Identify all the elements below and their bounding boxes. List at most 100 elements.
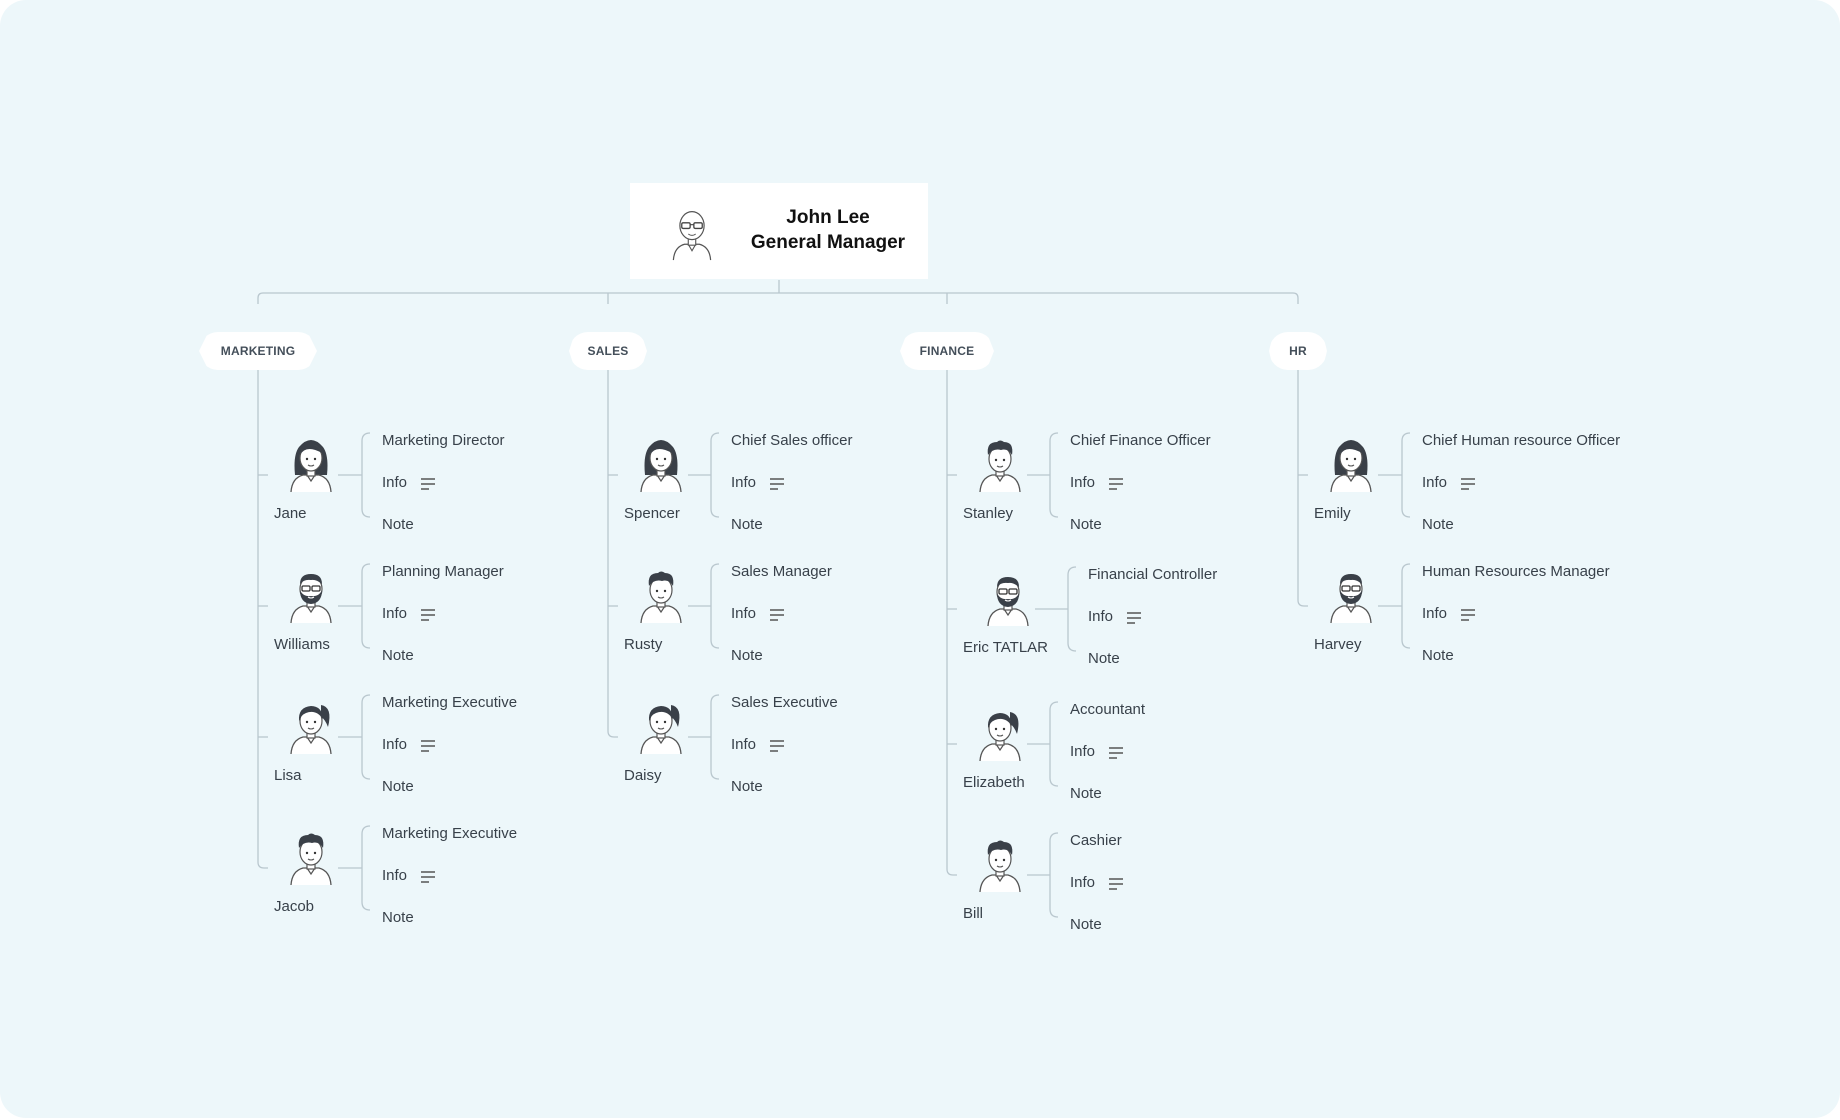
long-hair-woman-icon — [290, 440, 332, 493]
person-name: Harvey — [1314, 636, 1362, 653]
bearded-glasses-man-icon — [1330, 574, 1372, 624]
note-label[interactable]: Note — [382, 909, 414, 927]
person-name: Spencer — [624, 505, 680, 522]
ponytail-woman-icon — [979, 712, 1021, 762]
connector — [257, 370, 268, 869]
connector — [1049, 832, 1059, 918]
org-chart-canvas: John Lee General Manager MARKETING Jane M… — [0, 0, 1840, 1118]
notes-lines-icon[interactable] — [421, 740, 435, 752]
info-label[interactable]: Info — [382, 474, 407, 492]
role-label[interactable]: Chief Sales officer — [731, 432, 852, 450]
note-label[interactable]: Note — [1070, 916, 1102, 934]
info-label[interactable]: Info — [731, 474, 756, 492]
notes-lines-icon[interactable] — [421, 609, 435, 621]
connector — [710, 694, 720, 780]
notes-lines-icon[interactable] — [770, 609, 784, 621]
person-name: Williams — [274, 636, 330, 653]
department-marketing[interactable]: MARKETING — [199, 332, 317, 370]
person-name: Bill — [963, 905, 984, 922]
person-name: Stanley — [963, 505, 1014, 522]
note-label[interactable]: Note — [1088, 650, 1120, 668]
connector — [1401, 432, 1411, 518]
curly-hair-man-icon — [979, 840, 1021, 893]
notes-lines-icon[interactable] — [421, 478, 435, 490]
curly-hair-man-icon — [979, 440, 1021, 493]
role-label[interactable]: Cashier — [1070, 832, 1122, 850]
notes-lines-icon[interactable] — [1109, 478, 1123, 490]
info-label[interactable]: Info — [1070, 474, 1095, 492]
notes-lines-icon[interactable] — [1109, 878, 1123, 890]
curly-hair-man-icon — [640, 571, 682, 624]
connector — [1049, 701, 1059, 787]
note-label[interactable]: Note — [1070, 516, 1102, 534]
person-name: Lisa — [274, 767, 302, 784]
root-name: John Lee — [786, 207, 870, 228]
info-label[interactable]: Info — [1422, 474, 1447, 492]
role-label[interactable]: Planning Manager — [382, 563, 504, 581]
person-name: Emily — [1314, 505, 1351, 522]
role-label[interactable]: Marketing Executive — [382, 694, 517, 712]
note-label[interactable]: Note — [1422, 647, 1454, 665]
curly-hair-man-icon — [290, 833, 332, 886]
department-sales[interactable]: SALES — [569, 332, 647, 370]
notes-lines-icon[interactable] — [1461, 609, 1475, 621]
role-label[interactable]: Human Resources Manager — [1422, 563, 1610, 581]
note-label[interactable]: Note — [382, 778, 414, 796]
notes-lines-icon[interactable] — [1109, 747, 1123, 759]
department-hr[interactable]: HR — [1269, 332, 1327, 370]
connector — [710, 432, 720, 518]
role-label[interactable]: Chief Human resource Officer — [1422, 432, 1620, 450]
root-topic[interactable]: John Lee General Manager — [630, 183, 928, 279]
note-label[interactable]: Note — [731, 516, 763, 534]
root-label: John Lee General Manager — [734, 205, 922, 255]
info-label[interactable]: Info — [1088, 608, 1113, 626]
role-label[interactable]: Marketing Executive — [382, 825, 517, 843]
connector — [361, 825, 371, 911]
info-label[interactable]: Info — [1070, 874, 1095, 892]
connector — [1049, 432, 1059, 518]
connector — [361, 563, 371, 649]
long-hair-woman-icon — [1330, 440, 1372, 493]
info-label[interactable]: Info — [1070, 743, 1095, 761]
notes-lines-icon[interactable] — [770, 478, 784, 490]
note-label[interactable]: Note — [731, 778, 763, 796]
note-label[interactable]: Note — [1070, 785, 1102, 803]
connector — [361, 432, 371, 518]
connector-lines — [257, 280, 1411, 918]
connector — [361, 694, 371, 780]
notes-lines-icon[interactable] — [1127, 612, 1141, 624]
info-label[interactable]: Info — [731, 736, 756, 754]
bearded-glasses-man-icon — [987, 577, 1029, 627]
note-label[interactable]: Note — [731, 647, 763, 665]
role-label[interactable]: Marketing Director — [382, 432, 505, 450]
long-hair-woman-icon — [640, 440, 682, 493]
department-finance[interactable]: FINANCE — [900, 332, 994, 370]
connector — [946, 370, 957, 876]
ponytail-woman-icon — [640, 705, 682, 755]
note-label[interactable]: Note — [382, 647, 414, 665]
notes-lines-icon[interactable] — [1461, 478, 1475, 490]
note-label[interactable]: Note — [382, 516, 414, 534]
person-name: Jane — [274, 505, 307, 522]
info-label[interactable]: Info — [382, 736, 407, 754]
connector — [257, 292, 1299, 304]
role-label[interactable]: Accountant — [1070, 701, 1145, 719]
info-label[interactable]: Info — [1422, 605, 1447, 623]
notes-lines-icon[interactable] — [770, 740, 784, 752]
ponytail-woman-icon — [290, 705, 332, 755]
bearded-glasses-man-icon — [290, 574, 332, 624]
role-label[interactable]: Chief Finance Officer — [1070, 432, 1211, 450]
person-name: Rusty — [624, 636, 663, 653]
person-name: Daisy — [624, 767, 662, 784]
note-label[interactable]: Note — [1422, 516, 1454, 534]
info-label[interactable]: Info — [382, 605, 407, 623]
info-label[interactable]: Info — [382, 867, 407, 885]
bald-glasses-man-icon — [672, 211, 712, 261]
role-label[interactable]: Sales Executive — [731, 694, 838, 712]
connector — [710, 563, 720, 649]
role-label[interactable]: Financial Controller — [1088, 566, 1217, 584]
person-name: Eric TATLAR — [963, 639, 1049, 656]
notes-lines-icon[interactable] — [421, 871, 435, 883]
info-label[interactable]: Info — [731, 605, 756, 623]
role-label[interactable]: Sales Manager — [731, 563, 832, 581]
